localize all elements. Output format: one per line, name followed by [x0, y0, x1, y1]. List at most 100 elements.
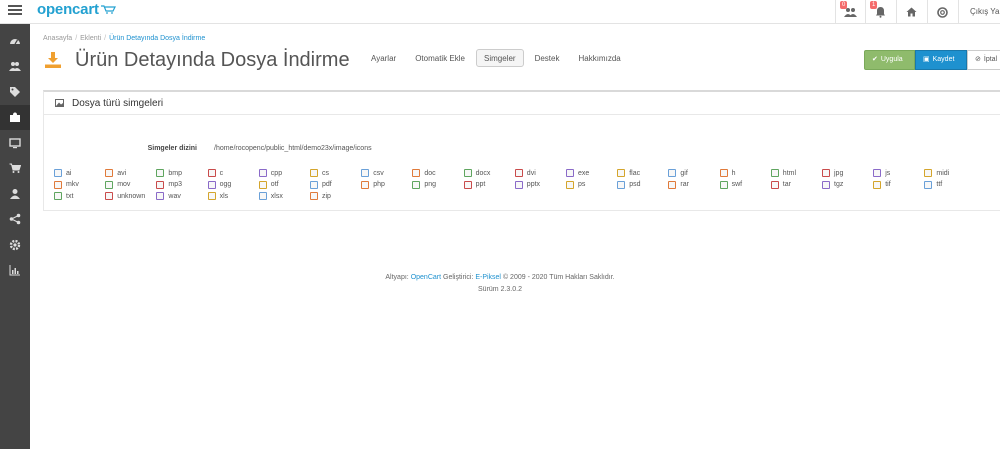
unknown-file-icon	[105, 192, 114, 200]
sidebar-item-sales[interactable]	[0, 156, 30, 182]
footer-version: Sürüm 2.3.0.2	[478, 286, 522, 293]
breadcrumb-home[interactable]: Anasayfa	[43, 35, 72, 42]
file-type-zip: zip	[310, 192, 331, 200]
csv-file-icon	[361, 169, 370, 177]
tab-bar: Ayarlar Otomatik Ekle Simgeler Destek Ha…	[363, 49, 632, 67]
xls-file-icon	[207, 192, 216, 200]
opencart-link[interactable]: OpenCart	[411, 274, 441, 281]
flac-file-icon	[617, 169, 626, 177]
file-type-label: png	[424, 181, 437, 188]
file-type-label: c	[219, 169, 224, 177]
icons-panel: Dosya türü simgeleri Simgeler dizini /ho…	[43, 90, 1000, 211]
breadcrumb: Anasayfa / Eklenti / Ürün Detayında Dosya İn…	[43, 35, 206, 42]
file-type-label: flac	[629, 169, 641, 177]
file-type-label: h	[731, 169, 736, 177]
file-type-cpp: cpp	[258, 169, 283, 177]
tab-settings[interactable]: Ayarlar	[363, 49, 404, 67]
file-type-label: js	[885, 169, 891, 177]
floppy-icon: ▣	[923, 56, 930, 63]
pdf-file-icon	[310, 180, 318, 189]
apply-button[interactable]: ✔ Uygula	[864, 50, 915, 70]
txt-file-icon	[54, 192, 62, 200]
file-type-csv: csv	[361, 169, 384, 177]
jpg-file-icon	[822, 169, 830, 177]
sidebar-item-extensions[interactable]	[0, 104, 30, 130]
wav-file-icon	[156, 192, 165, 200]
file-type-tif: tif	[873, 180, 891, 189]
file-type-label: txt	[66, 192, 74, 200]
file-type-label: tif	[885, 181, 891, 188]
cancel-button[interactable]: ⊘ İptal	[967, 50, 1000, 70]
file-type-js: js	[873, 169, 890, 177]
file-type-ai: ai	[54, 169, 71, 177]
file-type-label: mov	[117, 181, 131, 188]
php-file-icon	[361, 180, 370, 189]
logo[interactable]: opencart	[37, 1, 116, 18]
tab-support[interactable]: Destek	[527, 49, 568, 67]
home-button[interactable]	[896, 0, 926, 24]
users-icon	[9, 62, 21, 72]
sidebar-item-customers-2[interactable]	[0, 181, 30, 207]
file-type-pptx: pptx	[514, 180, 540, 189]
file-type-label: bmp	[168, 169, 183, 177]
sidebar-item-design[interactable]	[0, 130, 30, 156]
tab-auto-add[interactable]: Otomatik Ekle	[407, 49, 473, 67]
file-type-label: jpg	[834, 169, 844, 177]
tar-file-icon	[770, 180, 779, 189]
life-ring-icon	[937, 6, 948, 18]
cpp-file-icon	[258, 169, 267, 177]
sidebar-item-marketing[interactable]	[0, 207, 30, 233]
exe-file-icon	[566, 169, 574, 177]
sidebar-item-dashboard[interactable]	[0, 28, 30, 54]
file-type-midi: midi	[924, 169, 949, 177]
sidebar-item-catalog[interactable]	[0, 79, 30, 105]
tags-icon	[10, 86, 20, 97]
breadcrumb-extensions[interactable]: Eklenti	[80, 35, 101, 42]
docx-file-icon	[463, 169, 472, 177]
file-type-label: tar	[782, 181, 791, 188]
file-type-exe: exe	[566, 169, 589, 177]
file-type-mkv: mkv	[54, 180, 79, 189]
file-type-label: cpp	[270, 169, 283, 177]
developer-link[interactable]: E-Piksel	[475, 274, 501, 281]
alerts-button[interactable]: 1	[865, 0, 895, 24]
footer-mid: Geliştirici:	[443, 274, 474, 281]
save-label: Kaydet	[932, 56, 955, 63]
file-type-label: csv	[373, 169, 384, 177]
file-type-label: zip	[322, 192, 331, 200]
ogg-file-icon	[207, 180, 216, 189]
breadcrumb-current[interactable]: Ürün Detayında Dosya İndirme	[109, 35, 205, 42]
desktop-icon	[9, 138, 21, 148]
menu-toggle-icon[interactable]	[8, 5, 22, 18]
png-file-icon	[412, 180, 421, 189]
file-type-avi: avi	[105, 169, 126, 177]
file-type-label: docx	[475, 169, 491, 177]
customers-online-button[interactable]: 0	[835, 0, 865, 24]
footer-suffix: © 2009 - 2020 Tüm Hakları Saklıdır.	[502, 274, 615, 281]
cs-file-icon	[310, 169, 318, 177]
icons-directory-label: Simgeler dizini	[147, 145, 197, 152]
file-type-label: pdf	[322, 181, 332, 188]
logout-link[interactable]: Çıkış Yap	[958, 0, 1000, 24]
save-button[interactable]: ▣ Kaydet	[915, 50, 967, 70]
file-type-mp3: mp3	[156, 180, 182, 189]
file-type-label: otf	[270, 181, 279, 188]
ai-file-icon	[54, 169, 62, 177]
shopping-cart-icon	[9, 163, 21, 174]
file-type-label: swf	[731, 181, 743, 188]
sidebar-item-system[interactable]	[0, 232, 30, 258]
html-file-icon	[770, 169, 779, 177]
ps-file-icon	[566, 180, 574, 189]
file-type-php: php	[361, 180, 385, 189]
tab-icons[interactable]: Simgeler	[476, 49, 524, 67]
file-type-flac: flac	[617, 169, 640, 177]
file-type-label: wav	[168, 192, 181, 200]
swf-file-icon	[719, 180, 728, 189]
file-type-label: exe	[578, 169, 590, 177]
icons-directory-value: /home/rocopenc/public_html/demo23x/image…	[214, 145, 372, 152]
sidebar	[0, 24, 30, 449]
panel-heading: Dosya türü simgeleri	[44, 92, 1000, 115]
sidebar-item-customers[interactable]	[0, 54, 30, 80]
help-button[interactable]	[927, 0, 957, 24]
tab-about[interactable]: Hakkımızda	[570, 49, 628, 67]
